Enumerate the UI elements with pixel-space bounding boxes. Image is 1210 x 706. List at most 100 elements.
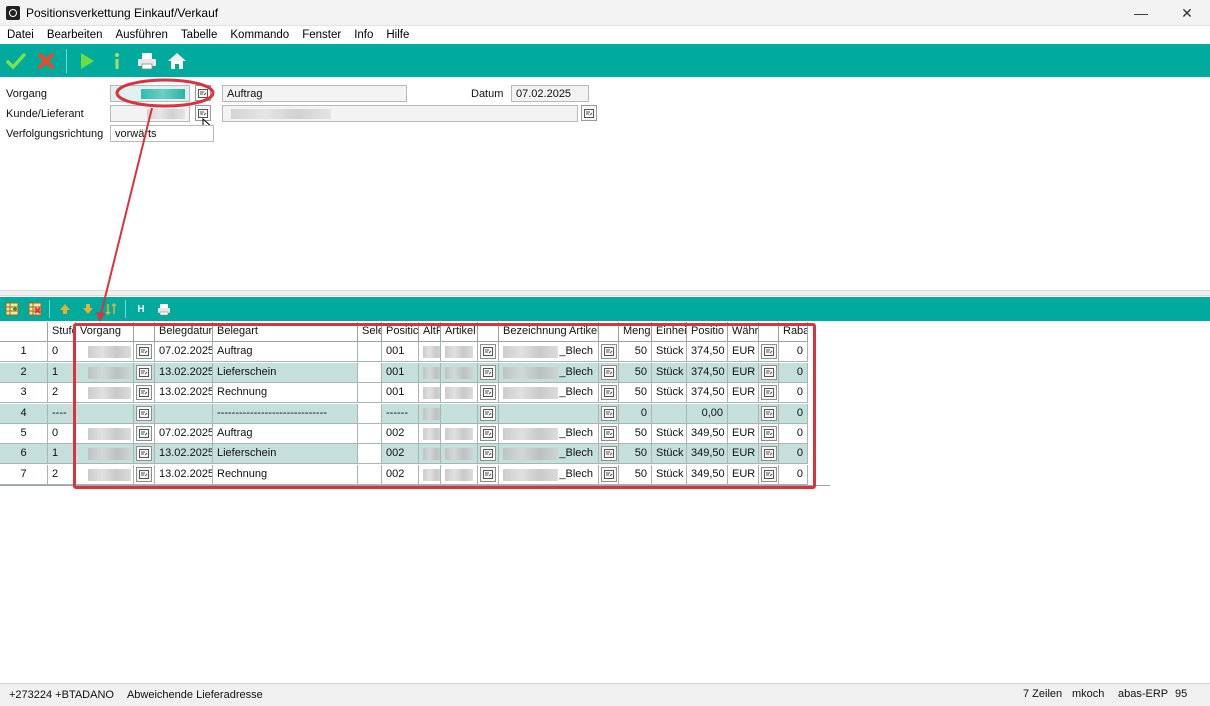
table-cell[interactable]: 1 xyxy=(48,444,76,465)
column-header[interactable]: Bezeichnung Artikel xyxy=(499,322,599,342)
table-cell[interactable]: 07.02.2025 xyxy=(155,424,213,444)
column-header[interactable]: Einhei xyxy=(652,322,687,342)
menu-bearbeiten[interactable]: Bearbeiten xyxy=(40,29,109,41)
table-cell[interactable]: 374,50 xyxy=(687,342,728,363)
table-cell[interactable]: EUR xyxy=(728,362,759,383)
row-lookup-button[interactable] xyxy=(761,426,777,441)
row-lookup-button[interactable] xyxy=(761,385,777,401)
row-number[interactable]: 4 xyxy=(0,403,48,424)
table-cell[interactable] xyxy=(441,403,478,424)
table-cell[interactable]: 13.02.2025 xyxy=(155,444,213,465)
column-header[interactable]: Positio xyxy=(687,322,728,342)
kunde-field[interactable] xyxy=(110,105,190,122)
row-lookup-button[interactable] xyxy=(761,344,777,360)
table-cell[interactable]: Rechnung xyxy=(213,464,358,485)
table-cell[interactable] xyxy=(155,403,213,424)
menu-fenster[interactable]: Fenster xyxy=(295,29,347,41)
menu-hilfe[interactable]: Hilfe xyxy=(379,29,415,41)
table-cell[interactable]: 13.02.2025 xyxy=(155,383,213,404)
table-cell[interactable]: _Blech xyxy=(499,444,599,465)
row-lookup-button[interactable] xyxy=(136,364,152,380)
row-lookup-button[interactable] xyxy=(761,466,777,482)
table-cell[interactable]: _Blech xyxy=(499,342,599,363)
table-cell[interactable]: 0 xyxy=(48,424,76,444)
delete-row-button[interactable] xyxy=(26,300,44,318)
table-cell[interactable]: 374,50 xyxy=(687,362,728,383)
row-number[interactable]: 3 xyxy=(0,383,48,404)
row-lookup-button[interactable] xyxy=(136,385,152,401)
table-cell[interactable]: Lieferschein xyxy=(213,362,358,383)
row-lookup-button[interactable] xyxy=(136,426,152,441)
table-cell[interactable] xyxy=(728,403,759,424)
cancel-button[interactable] xyxy=(34,49,58,73)
column-header[interactable] xyxy=(134,322,155,342)
vorgang-field[interactable] xyxy=(110,85,190,102)
column-header[interactable]: AltF xyxy=(419,322,441,342)
table-cell[interactable] xyxy=(76,424,134,444)
table-cell[interactable]: EUR xyxy=(728,424,759,444)
table-cell[interactable] xyxy=(441,464,478,485)
table-cell[interactable]: 07.02.2025 xyxy=(155,342,213,363)
column-header[interactable]: Meng xyxy=(619,322,652,342)
column-header[interactable]: Währ xyxy=(728,322,759,342)
table-cell[interactable]: 50 xyxy=(619,464,652,485)
column-header[interactable]: Sele xyxy=(358,322,382,342)
menu-ausfuehren[interactable]: Ausführen xyxy=(108,29,173,41)
table-cell[interactable]: 0 xyxy=(779,362,808,383)
table-cell[interactable]: 374,50 xyxy=(687,383,728,404)
table-cell[interactable]: 0 xyxy=(619,403,652,424)
row-number[interactable]: 7 xyxy=(0,464,48,485)
table-cell[interactable]: Stück xyxy=(652,464,687,485)
table-cell[interactable]: 2 xyxy=(48,383,76,404)
table-cell[interactable] xyxy=(419,383,441,404)
table-cell[interactable] xyxy=(419,444,441,465)
table-cell[interactable]: ------ xyxy=(382,403,419,424)
move-up-button[interactable] xyxy=(56,300,74,318)
table-cell[interactable]: Stück xyxy=(652,383,687,404)
row-lookup-button[interactable] xyxy=(480,364,496,380)
table-cell[interactable]: 2 xyxy=(48,464,76,485)
table-cell[interactable] xyxy=(76,403,134,424)
confirm-button[interactable] xyxy=(4,49,28,73)
richtung-select[interactable]: vorwärts xyxy=(110,125,214,142)
table-cell[interactable]: 0 xyxy=(779,444,808,465)
header-button[interactable]: H xyxy=(132,300,150,318)
table-cell[interactable] xyxy=(76,342,134,363)
datum-field[interactable]: 07.02.2025 xyxy=(511,85,589,102)
row-number[interactable]: 5 xyxy=(0,424,48,444)
table-cell[interactable]: 50 xyxy=(619,383,652,404)
table-cell[interactable]: 002 xyxy=(382,464,419,485)
column-header[interactable] xyxy=(478,322,499,342)
table-cell[interactable]: 0 xyxy=(779,403,808,424)
column-header[interactable] xyxy=(599,322,619,342)
table-cell[interactable]: 0 xyxy=(779,464,808,485)
row-lookup-button[interactable] xyxy=(480,426,496,441)
table-cell[interactable] xyxy=(358,362,382,383)
table-cell[interactable]: _Blech xyxy=(499,362,599,383)
column-header[interactable]: Belegart xyxy=(213,322,358,342)
row-lookup-button[interactable] xyxy=(601,405,617,421)
table-cell[interactable]: 349,50 xyxy=(687,464,728,485)
menu-info[interactable]: Info xyxy=(347,29,379,41)
row-lookup-button[interactable] xyxy=(761,446,777,462)
menu-kommando[interactable]: Kommando xyxy=(223,29,295,41)
table-cell[interactable]: 0 xyxy=(779,424,808,444)
table-cell[interactable]: 001 xyxy=(382,342,419,363)
table-cell[interactable]: Auftrag xyxy=(213,342,358,363)
row-lookup-button[interactable] xyxy=(761,364,777,380)
table-cell[interactable] xyxy=(419,342,441,363)
column-header[interactable]: Stufe xyxy=(48,322,76,342)
table-cell[interactable]: 0 xyxy=(779,342,808,363)
row-lookup-button[interactable] xyxy=(601,364,617,380)
table-cell[interactable]: ---- xyxy=(48,403,76,424)
row-number[interactable]: 1 xyxy=(0,342,48,363)
table-cell[interactable]: Rechnung xyxy=(213,383,358,404)
table-cell[interactable]: 002 xyxy=(382,444,419,465)
menu-tabelle[interactable]: Tabelle xyxy=(174,29,223,41)
table-cell[interactable] xyxy=(419,362,441,383)
row-lookup-button[interactable] xyxy=(601,344,617,360)
table-cell[interactable]: EUR xyxy=(728,383,759,404)
table-cell[interactable] xyxy=(441,444,478,465)
row-lookup-button[interactable] xyxy=(136,405,152,421)
table-cell[interactable]: Lieferschein xyxy=(213,444,358,465)
